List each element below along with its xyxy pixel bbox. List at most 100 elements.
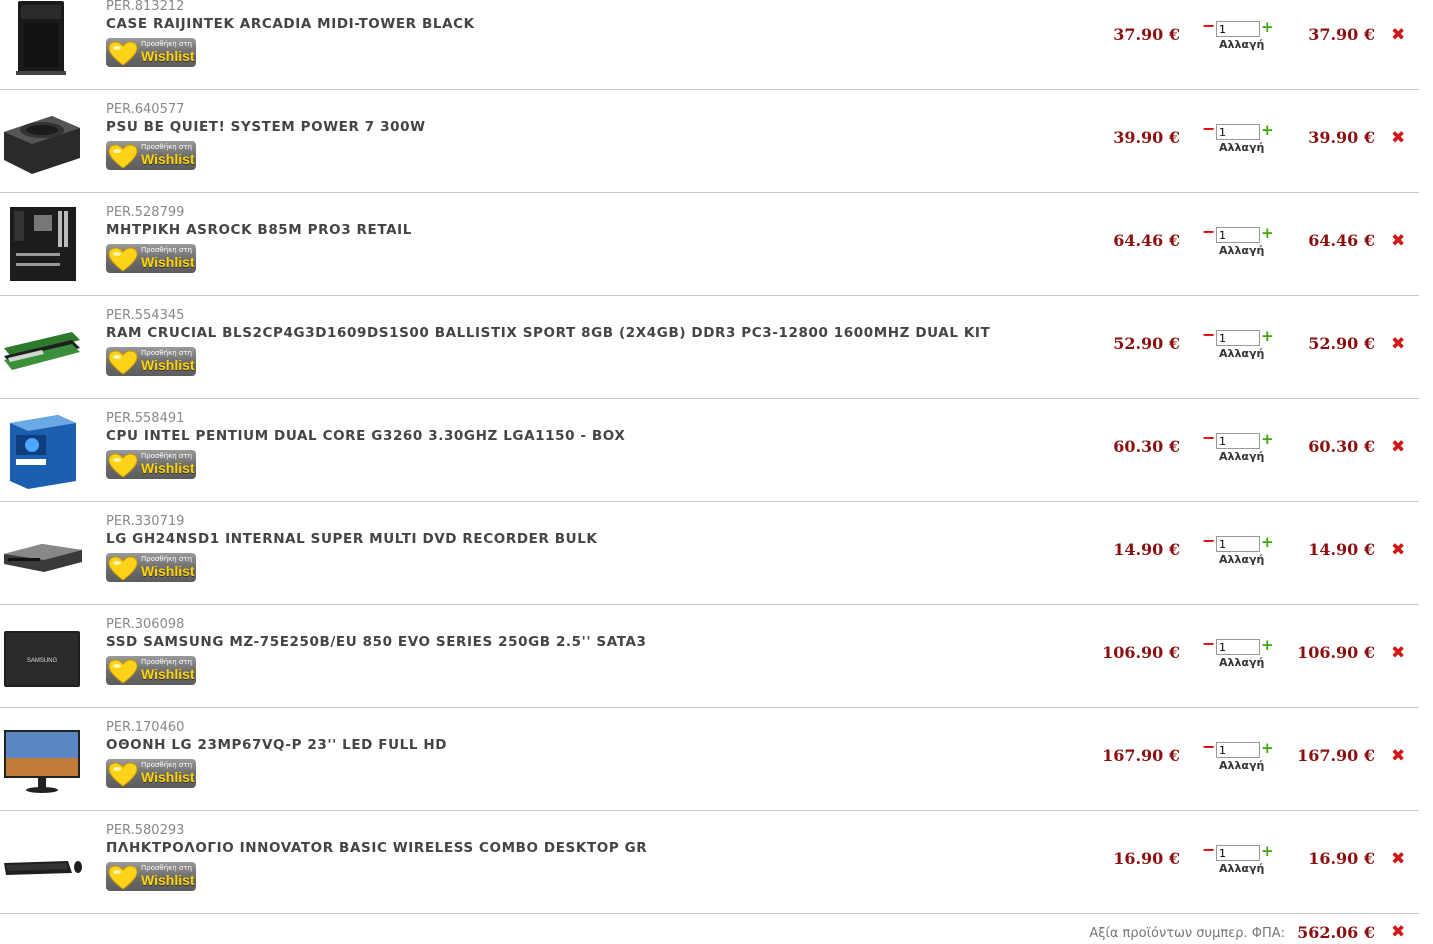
remove-item-icon[interactable]: ✖ xyxy=(1391,128,1405,148)
pc-case-image[interactable] xyxy=(2,0,82,77)
product-info: PER.558491 CPU INTEL PENTIUM DUAL CORE G3… xyxy=(106,411,625,479)
add-to-wishlist-button[interactable]: Προσθήκη στη Wishlist xyxy=(106,862,196,891)
line-total: 52.90 € xyxy=(1308,334,1375,353)
cart-row: PER.580293 ΠΛΗΚΤΡΟΛΟΓΙΟ INNOVATOR BASIC W… xyxy=(0,811,1419,914)
add-to-wishlist-button[interactable]: Προσθήκη στη Wishlist xyxy=(106,759,196,788)
update-quantity-link[interactable]: Αλλαγή xyxy=(1219,244,1264,257)
add-to-wishlist-button[interactable]: Προσθήκη στη Wishlist xyxy=(106,450,196,479)
product-name-link[interactable]: RAM CRUCIAL BLS2CP4G3D1609DS1S00 BALLIST… xyxy=(106,323,990,343)
decrease-quantity-button[interactable]: − xyxy=(1202,16,1215,35)
quantity-input[interactable] xyxy=(1216,124,1260,140)
add-to-wishlist-button[interactable]: Προσθήκη στη Wishlist xyxy=(106,553,196,582)
update-quantity-link[interactable]: Αλλαγή xyxy=(1219,862,1264,875)
product-info: PER.580293 ΠΛΗΚΤΡΟΛΟΓΙΟ INNOVATOR BASIC W… xyxy=(106,823,647,891)
add-to-wishlist-button[interactable]: Προσθήκη στη Wishlist xyxy=(106,656,196,685)
add-to-wishlist-button[interactable]: Προσθήκη στη Wishlist xyxy=(106,244,196,273)
wishlist-label: Wishlist xyxy=(141,357,195,373)
unit-price: 52.90 € xyxy=(1113,334,1180,353)
wishlist-caption: Προσθήκη στη xyxy=(141,452,193,460)
remove-item-icon[interactable]: ✖ xyxy=(1391,231,1405,251)
product-name-link[interactable]: ΟΘΟΝΗ LG 23MP67VQ-P 23'' LED FULL HD xyxy=(106,735,447,755)
decrease-quantity-button[interactable]: − xyxy=(1202,325,1215,344)
line-total: 60.30 € xyxy=(1308,437,1375,456)
unit-price: 106.90 € xyxy=(1102,643,1180,662)
cpu-box-image[interactable] xyxy=(2,411,82,489)
power-supply-image[interactable] xyxy=(2,102,82,180)
unit-price: 37.90 € xyxy=(1113,25,1180,44)
add-to-wishlist-button[interactable]: Προσθήκη στη Wishlist xyxy=(106,347,196,376)
remove-item-icon[interactable]: ✖ xyxy=(1391,437,1405,457)
update-quantity-link[interactable]: Αλλαγή xyxy=(1219,759,1264,772)
heart-icon xyxy=(108,865,138,890)
heart-icon xyxy=(108,556,138,581)
decrease-quantity-button[interactable]: − xyxy=(1202,428,1215,447)
unit-price: 60.30 € xyxy=(1113,437,1180,456)
update-quantity-link[interactable]: Αλλαγή xyxy=(1219,141,1264,154)
ram-kit-image[interactable] xyxy=(2,308,82,386)
decrease-quantity-button[interactable]: − xyxy=(1202,119,1215,138)
product-code: PER.580293 xyxy=(106,823,185,838)
product-info: PER.330719 LG GH24NSD1 INTERNAL SUPER MUL… xyxy=(106,514,597,582)
decrease-quantity-button[interactable]: − xyxy=(1202,531,1215,550)
clear-cart-icon[interactable]: ✖ xyxy=(1391,922,1405,942)
product-name-link[interactable]: CPU INTEL PENTIUM DUAL CORE G3260 3.30GH… xyxy=(106,426,625,446)
remove-item-icon[interactable]: ✖ xyxy=(1391,849,1405,869)
motherboard-image[interactable] xyxy=(2,205,82,283)
monitor-image[interactable] xyxy=(2,720,82,798)
update-quantity-link[interactable]: Αλλαγή xyxy=(1219,347,1264,360)
ssd-image[interactable]: SAMSUNG xyxy=(2,617,82,695)
product-name-link[interactable]: ΜΗΤΡΙΚΗ ASROCK B85M PRO3 RETAIL xyxy=(106,220,412,240)
add-to-wishlist-button[interactable]: Προσθήκη στη Wishlist xyxy=(106,38,196,67)
product-code: PER.554345 xyxy=(106,308,185,323)
line-total: 106.90 € xyxy=(1297,643,1375,662)
product-code: PER.170460 xyxy=(106,720,185,735)
cart-row: PER.330719 LG GH24NSD1 INTERNAL SUPER MUL… xyxy=(0,502,1419,605)
unit-price: 64.46 € xyxy=(1113,231,1180,250)
line-total: 39.90 € xyxy=(1308,128,1375,147)
cart-row: PER.528799 ΜΗΤΡΙΚΗ ASROCK B85M PRO3 RETAI… xyxy=(0,193,1419,296)
remove-item-icon[interactable]: ✖ xyxy=(1391,746,1405,766)
cart-row: PER.813212 CASE RAIJINTEK ARCADIA MIDI-TO… xyxy=(0,0,1419,90)
quantity-input[interactable] xyxy=(1216,21,1260,37)
product-name-link[interactable]: SSD SAMSUNG MZ-75E250B/EU 850 EVO SERIES… xyxy=(106,632,647,652)
remove-item-icon[interactable]: ✖ xyxy=(1391,643,1405,663)
update-quantity-link[interactable]: Αλλαγή xyxy=(1219,656,1264,669)
cart-row: PER.554345 RAM CRUCIAL BLS2CP4G3D1609DS1S… xyxy=(0,296,1419,399)
decrease-quantity-button[interactable]: − xyxy=(1202,222,1215,241)
line-total: 14.90 € xyxy=(1308,540,1375,559)
product-name-link[interactable]: ΠΛΗΚΤΡΟΛΟΓΙΟ INNOVATOR BASIC WIRELESS CO… xyxy=(106,838,647,858)
line-total: 16.90 € xyxy=(1308,849,1375,868)
product-name-link[interactable]: PSU BE QUIET! SYSTEM POWER 7 300W xyxy=(106,117,426,137)
product-code: PER.640577 xyxy=(106,102,185,117)
keyboard-image[interactable] xyxy=(2,823,82,901)
quantity-input[interactable] xyxy=(1216,330,1260,346)
unit-price: 16.90 € xyxy=(1113,849,1180,868)
update-quantity-link[interactable]: Αλλαγή xyxy=(1219,553,1264,566)
wishlist-label: Wishlist xyxy=(141,769,195,785)
decrease-quantity-button[interactable]: − xyxy=(1202,840,1215,859)
quantity-input[interactable] xyxy=(1216,433,1260,449)
unit-price: 14.90 € xyxy=(1113,540,1180,559)
quantity-input[interactable] xyxy=(1216,639,1260,655)
heart-icon xyxy=(108,41,138,66)
remove-item-icon[interactable]: ✖ xyxy=(1391,540,1405,560)
wishlist-label: Wishlist xyxy=(141,254,195,270)
product-name-link[interactable]: LG GH24NSD1 INTERNAL SUPER MULTI DVD REC… xyxy=(106,529,597,549)
quantity-input[interactable] xyxy=(1216,742,1260,758)
line-total: 167.90 € xyxy=(1297,746,1375,765)
decrease-quantity-button[interactable]: − xyxy=(1202,634,1215,653)
update-quantity-link[interactable]: Αλλαγή xyxy=(1219,38,1264,51)
add-to-wishlist-button[interactable]: Προσθήκη στη Wishlist xyxy=(106,141,196,170)
product-code: PER.813212 xyxy=(106,0,185,14)
product-name-link[interactable]: CASE RAIJINTEK ARCADIA MIDI-TOWER BLACK xyxy=(106,14,475,34)
quantity-input[interactable] xyxy=(1216,227,1260,243)
remove-item-icon[interactable]: ✖ xyxy=(1391,334,1405,354)
wishlist-label: Wishlist xyxy=(141,666,195,682)
remove-item-icon[interactable]: ✖ xyxy=(1391,25,1405,45)
quantity-input[interactable] xyxy=(1216,845,1260,861)
dvd-drive-image[interactable] xyxy=(2,514,82,592)
decrease-quantity-button[interactable]: − xyxy=(1202,737,1215,756)
quantity-input[interactable] xyxy=(1216,536,1260,552)
wishlist-caption: Προσθήκη στη xyxy=(141,761,193,769)
update-quantity-link[interactable]: Αλλαγή xyxy=(1219,450,1264,463)
